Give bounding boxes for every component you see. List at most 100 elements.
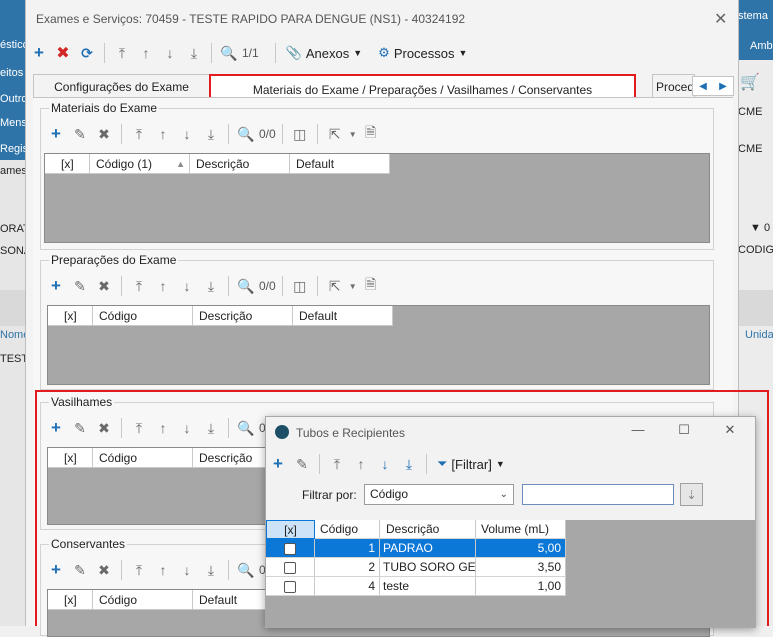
table-row[interactable]: 2 TUBO SORO GEL 3,50 [266,558,755,577]
previous-record-icon[interactable]: ↑ [135,42,157,64]
tab-label: Proced [656,80,695,94]
filter-icon[interactable]: ▼ [750,222,761,234]
bg-left-column[interactable]: Nome [0,324,25,346]
search-icon[interactable]: 🔍 [235,275,257,297]
column-codigo[interactable]: Código (1) ▲ [90,154,190,174]
filter-value-input[interactable] [522,484,674,505]
record-counter: 0/0 [259,127,276,141]
delete-icon[interactable]: ✖ [93,123,115,145]
refresh-icon[interactable]: ⟳ [76,42,98,64]
delete-icon[interactable]: ✖ [52,42,74,64]
preparacoes-grid[interactable]: [x] Código Descrição Default [47,305,710,385]
delete-icon[interactable]: ✖ [93,275,115,297]
dropdown-arrow-icon[interactable]: ▼ [348,275,358,297]
column-descricao[interactable]: Descrição [190,154,290,174]
minimize-icon[interactable]: — [628,422,648,437]
add-icon[interactable]: + [45,275,67,297]
row-checkbox[interactable] [266,558,315,577]
export-icon[interactable]: ⇱ [324,275,346,297]
tab-label: Materiais do Exame / Preparações / Vasil… [252,83,593,97]
tubos-grid[interactable]: [x] Código Descrição Volume (mL) 1 PADRA… [266,520,755,627]
column-default[interactable]: Default [290,154,390,174]
next-record-icon[interactable]: ↓ [374,453,396,475]
tab-procedimentos[interactable]: Proced [652,74,695,99]
document-icon[interactable]: 🗎 [360,123,382,145]
previous-record-icon[interactable]: ↑ [152,275,174,297]
bg-left-item[interactable]: ames [0,160,25,182]
bg-right-item[interactable]: Ambi [750,40,773,52]
previous-record-icon[interactable]: ↑ [152,123,174,145]
scroll-left-icon[interactable]: ◀ [699,81,707,92]
bg-left-item[interactable]: eitos [0,62,25,84]
tab-scroll-buttons: ◀ ▶ [692,76,734,96]
column-default[interactable]: Default [293,306,393,326]
column-select[interactable]: [x] [48,306,93,326]
anexos-menu-button[interactable]: 📎 Anexos ▼ [282,45,366,61]
dialog-title: Exames e Serviços: 70459 - TESTE RAPIDO … [36,12,466,26]
filter-field-select[interactable]: Código ⌄ [364,484,514,505]
search-icon[interactable]: 🔍 [235,123,257,145]
bg-left-item[interactable]: Mensa [0,112,25,134]
processos-menu-button[interactable]: ⚙ Processos ▼ [374,45,471,61]
popup-toolbar: + ✎ ⤒ ↑ ↓ ⤓ ⏷ [Filtrar] ▼ [267,453,509,475]
toolbar-separator [228,276,229,296]
add-icon[interactable]: + [45,123,67,145]
next-record-icon[interactable]: ↓ [176,123,198,145]
add-icon[interactable]: + [267,453,289,475]
toolbar-separator [319,454,320,474]
filter-menu-button[interactable]: ⏷ [Filtrar] ▼ [433,456,509,472]
bg-left-item[interactable]: Outros [0,88,25,110]
materiais-group: Materiais do Exame + ✎ ✖ ⤒ ↑ ↓ ⤓ 🔍 0/0 ◫… [40,101,714,250]
maximize-icon[interactable]: ☐ [674,422,694,438]
toolbar-separator [274,43,276,63]
table-row[interactable]: 4 teste 1,00 [266,577,755,596]
checkbox-icon [284,542,296,555]
previous-record-icon[interactable]: ↑ [350,453,372,475]
table-row[interactable]: 1 PADRAO 5,00 [266,539,755,558]
bg-right-item[interactable]: CME [738,106,762,118]
bg-left-item: SONA [0,245,25,257]
record-counter: 1/1 [242,46,259,60]
last-record-icon[interactable]: ⤓ [183,42,205,64]
columns-icon[interactable]: ◫ [289,275,311,297]
materiais-grid[interactable]: [x] Código (1) ▲ Descrição Default [44,153,710,243]
close-icon[interactable]: ✕ [720,422,740,438]
search-icon[interactable]: 🔍 [218,42,240,64]
preparacoes-title: Preparações do Exame [49,253,179,267]
first-record-icon[interactable]: ⤒ [326,453,348,475]
edit-icon[interactable]: ✎ [291,453,313,475]
row-checkbox[interactable] [266,577,315,596]
edit-icon[interactable]: ✎ [69,123,91,145]
column-descricao[interactable]: Descrição [380,520,476,539]
bg-left-item[interactable]: Regis [0,138,25,160]
next-record-icon[interactable]: ↓ [176,275,198,297]
columns-icon[interactable]: ◫ [289,123,311,145]
column-codigo[interactable]: Código [93,306,193,326]
first-record-icon[interactable]: ⤒ [128,275,150,297]
last-record-icon[interactable]: ⤓ [398,453,420,475]
export-icon[interactable]: ⇱ [324,123,346,145]
edit-icon[interactable]: ✎ [69,275,91,297]
column-select[interactable]: [x] [266,520,315,539]
bg-right-item[interactable]: CME [738,143,762,155]
row-checkbox[interactable] [266,539,315,558]
tab-configuracoes[interactable]: Configurações do Exame [33,74,210,99]
column-volume[interactable]: Volume (mL) [476,520,566,539]
column-select[interactable]: [x] [45,154,90,174]
bg-right-column[interactable]: Unida [745,329,773,341]
first-record-icon[interactable]: ⤒ [111,42,133,64]
add-icon[interactable]: + [28,42,50,64]
first-record-icon[interactable]: ⤒ [128,123,150,145]
close-icon[interactable]: ✕ [714,9,727,29]
last-record-icon[interactable]: ⤓ [200,275,222,297]
cart-icon[interactable]: 🛒 [740,72,760,92]
column-codigo[interactable]: Código [315,520,380,539]
bg-left-item[interactable]: éstico [0,34,25,56]
last-record-icon[interactable]: ⤓ [200,123,222,145]
document-icon[interactable]: 🗎 [360,275,382,297]
column-descricao[interactable]: Descrição [193,306,293,326]
dropdown-arrow-icon[interactable]: ▼ [348,123,358,145]
apply-filter-button[interactable]: ⇣ [680,483,703,506]
scroll-right-icon[interactable]: ▶ [719,81,727,92]
next-record-icon[interactable]: ↓ [159,42,181,64]
